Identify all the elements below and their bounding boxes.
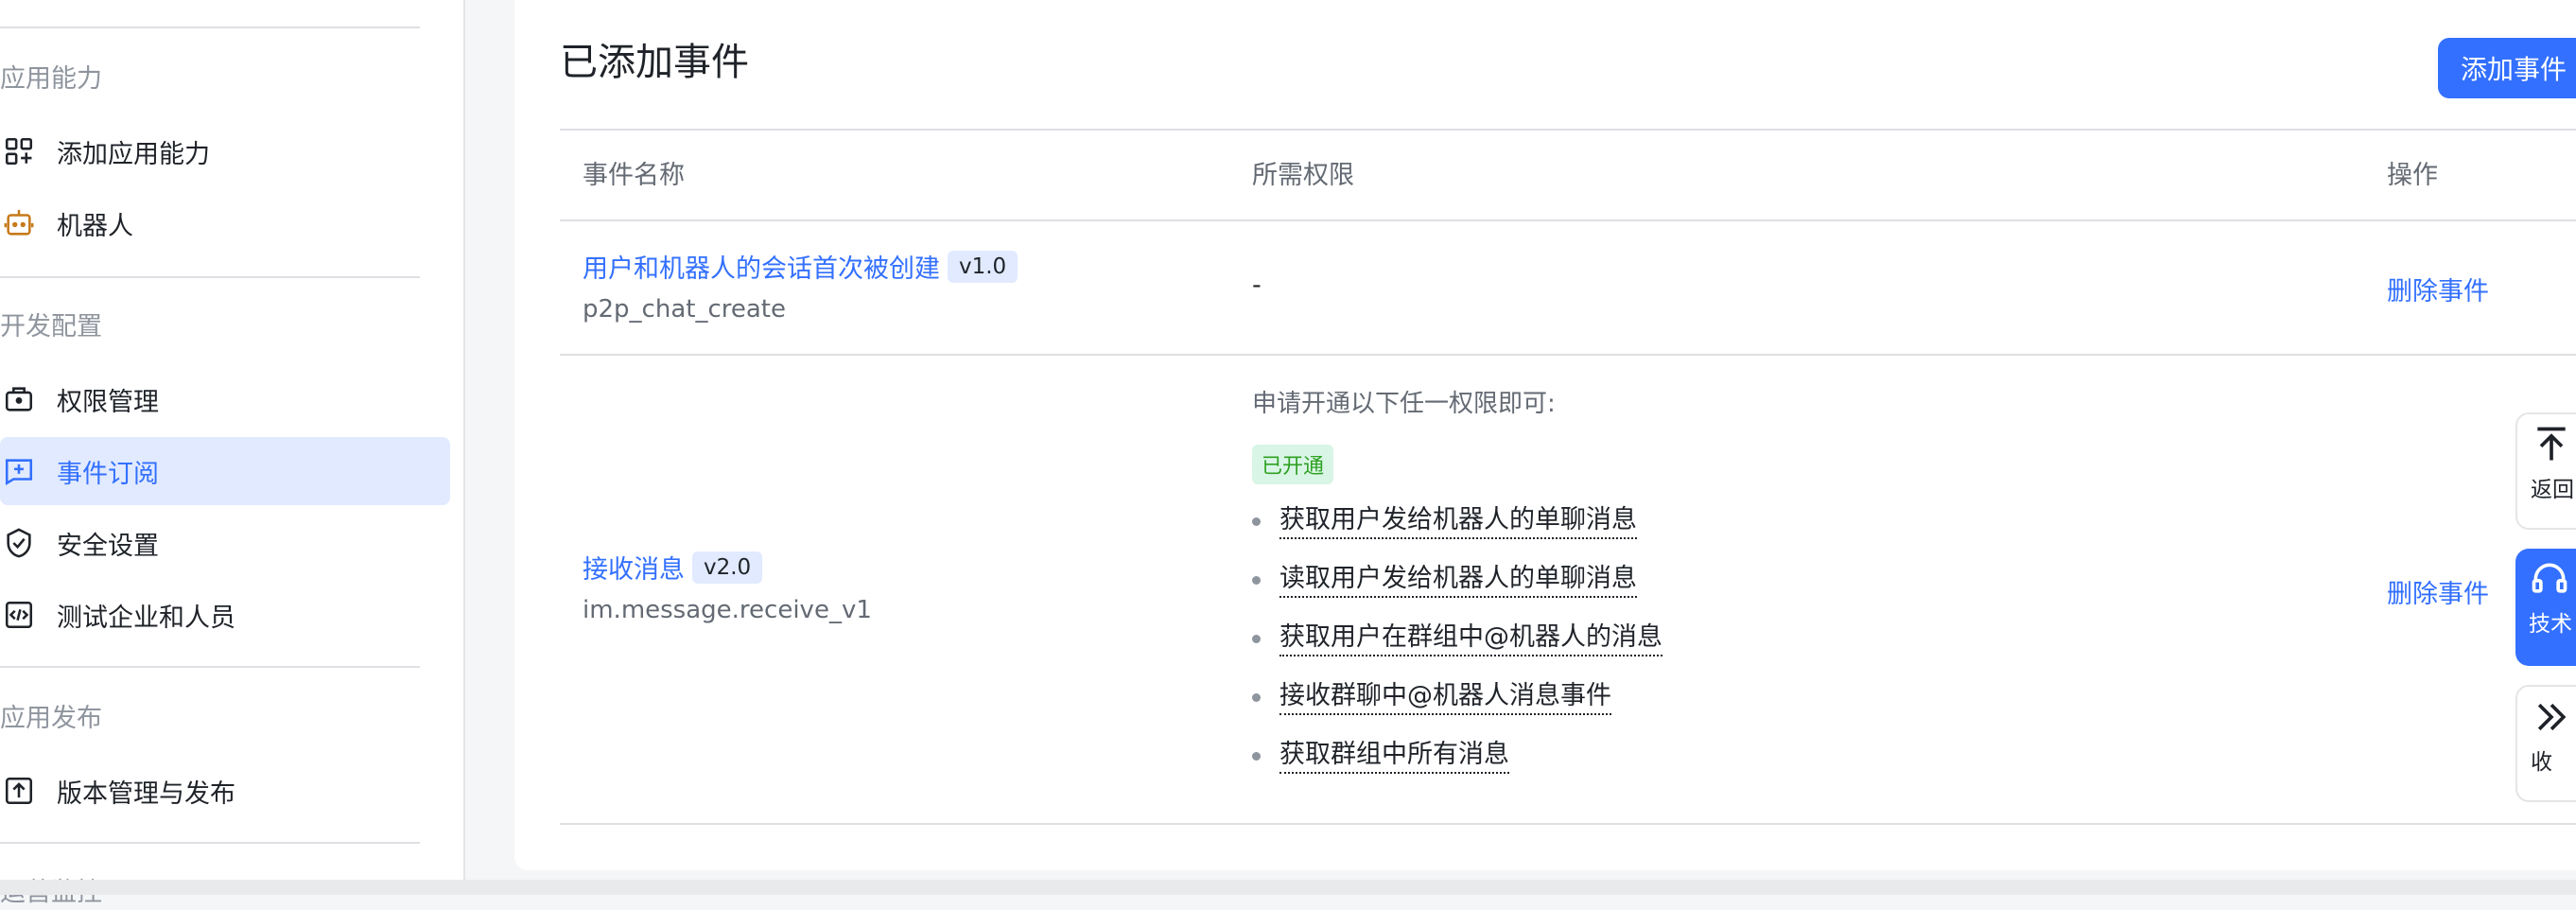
- back-to-top-label: 返回: [2531, 478, 2574, 502]
- back-to-top-button[interactable]: 返回: [2515, 412, 2576, 530]
- add-app-icon: [2, 134, 36, 168]
- table-row-event-name: 用户和机器人的会话首次被创建 v1.0: [583, 248, 1018, 285]
- robot-icon: [2, 206, 36, 240]
- permission-link[interactable]: 读取用户发给机器人的单聊消息: [1279, 562, 1637, 598]
- sidebar-item-label: 添加应用能力: [57, 139, 210, 169]
- sidebar-item-add-app-ability[interactable]: 添加应用能力: [0, 117, 450, 185]
- table-divider: [560, 354, 2576, 356]
- page-title: 已添加事件: [560, 41, 749, 84]
- permission-link[interactable]: 获取用户在群组中@机器人的消息: [1279, 621, 1662, 656]
- event-name-link[interactable]: 用户和机器人的会话首次被创建: [583, 248, 940, 285]
- sidebar-item-test-enterprise[interactable]: 测试企业和人员: [0, 581, 450, 649]
- bottom-bar: [0, 880, 2576, 895]
- support-label: 技术: [2529, 612, 2572, 637]
- sidebar-divider: [0, 276, 420, 278]
- sidebar-group-dev-config: 开发配置: [0, 312, 102, 341]
- sidebar-group-app-ability: 应用能力: [0, 64, 102, 94]
- permission-link[interactable]: 获取用户发给机器人的单聊消息: [1279, 503, 1637, 539]
- shield-icon: [2, 526, 36, 560]
- table-divider: [560, 823, 2576, 825]
- column-header-permission: 所需权限: [1252, 161, 1354, 190]
- collapse-label: 收: [2531, 750, 2552, 775]
- upload-icon: [2, 774, 36, 808]
- status-badge: 已开通: [1252, 445, 1334, 484]
- permission-item: 获取群组中所有消息: [1252, 738, 1509, 774]
- sidebar-item-label: 安全设置: [57, 531, 159, 561]
- sidebar-item-label: 测试企业和人员: [57, 603, 235, 633]
- permission-intro: 申请开通以下任一权限即可:: [1252, 390, 1556, 418]
- version-badge: v1.0: [948, 250, 1018, 283]
- permission-item: 获取用户在群组中@机器人的消息: [1252, 621, 1662, 656]
- sidebar-item-label: 事件订阅: [57, 459, 159, 489]
- permission-link[interactable]: 接收群聊中@机器人消息事件: [1279, 679, 1611, 715]
- add-event-button[interactable]: 添加事件: [2438, 38, 2576, 98]
- bullet-icon: [1252, 751, 1261, 761]
- delete-event-link[interactable]: 删除事件: [2387, 271, 2489, 307]
- version-badge: v2.0: [692, 551, 763, 584]
- permission-item: 接收群聊中@机器人消息事件: [1252, 679, 1611, 715]
- sidebar-group-app-publish: 应用发布: [0, 704, 102, 733]
- support-button[interactable]: 技术: [2515, 549, 2576, 666]
- column-header-action: 操作: [2387, 161, 2438, 190]
- sidebar-divider: [0, 666, 420, 668]
- sidebar-item-event-subscription[interactable]: 事件订阅: [0, 437, 450, 505]
- bullet-icon: [1252, 692, 1261, 702]
- event-key: p2p_chat_create: [583, 295, 786, 324]
- table-row-event-name: 接收消息 v2.0: [583, 549, 763, 586]
- sidebar-item-label: 权限管理: [57, 387, 159, 417]
- column-header-name: 事件名称: [583, 161, 685, 190]
- sidebar-divider: [0, 26, 420, 28]
- bullet-icon: [1252, 634, 1261, 643]
- chevron-collapse-icon: [2537, 703, 2567, 731]
- permission-link[interactable]: 获取群组中所有消息: [1279, 738, 1509, 774]
- sidebar-item-label: 机器人: [57, 211, 133, 241]
- sidebar: 应用能力 添加应用能力 机器人 开发配置 权限管理 事件订阅 安全设置 测试企业…: [0, 0, 465, 907]
- event-icon: [2, 454, 36, 488]
- permission-icon: [2, 382, 36, 416]
- sidebar-item-permission[interactable]: 权限管理: [0, 365, 450, 433]
- sidebar-item-version-publish[interactable]: 版本管理与发布: [0, 757, 450, 825]
- code-icon: [2, 598, 36, 632]
- collapse-button[interactable]: 收: [2515, 685, 2576, 802]
- permission-item: 获取用户发给机器人的单聊消息: [1252, 503, 1637, 539]
- events-panel: 已添加事件 添加事件 事件名称 所需权限 操作 用户和机器人的会话首次被创建 v…: [514, 0, 2576, 870]
- permission-item: 读取用户发给机器人的单聊消息: [1252, 562, 1637, 598]
- table-divider: [560, 129, 2576, 131]
- event-key: im.message.receive_v1: [583, 596, 872, 624]
- delete-event-link[interactable]: 删除事件: [2387, 573, 2489, 610]
- bullet-icon: [1252, 575, 1261, 585]
- sidebar-divider: [0, 842, 420, 844]
- table-divider: [560, 219, 2576, 221]
- permission-value: -: [1252, 271, 1262, 300]
- headset-icon: [2532, 563, 2567, 593]
- arrow-up-icon: [2537, 427, 2566, 461]
- sidebar-item-robot[interactable]: 机器人: [0, 189, 450, 257]
- sidebar-item-security[interactable]: 安全设置: [0, 509, 450, 577]
- event-name-link[interactable]: 接收消息: [583, 549, 685, 586]
- sidebar-item-label: 版本管理与发布: [57, 779, 235, 809]
- bullet-icon: [1252, 516, 1261, 526]
